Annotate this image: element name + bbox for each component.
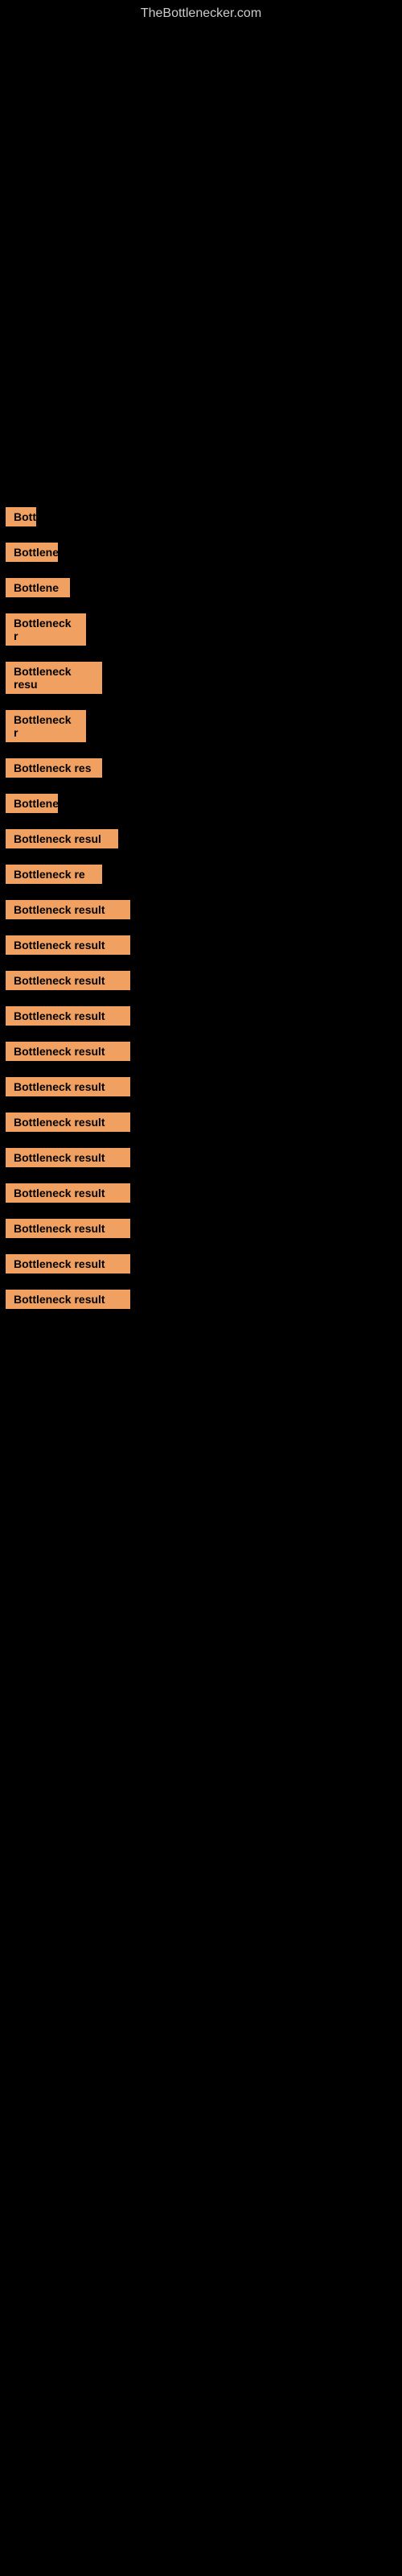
result-row: Bottleneck result xyxy=(0,1113,402,1133)
bottleneck-result-badge[interactable]: Bottleneck result xyxy=(6,1077,130,1096)
result-row: Bottleneck xyxy=(0,794,402,815)
result-row: Bottlene xyxy=(0,578,402,599)
bottleneck-result-badge[interactable]: Bottleneck result xyxy=(6,1148,130,1167)
result-row: Bottleneck result xyxy=(0,1006,402,1027)
bottleneck-result-badge[interactable]: Bottleneck result xyxy=(6,1219,130,1238)
result-row: Bottleneck r xyxy=(0,613,402,647)
result-row: Bottleneck result xyxy=(0,935,402,956)
bottleneck-result-badge[interactable]: Bottleneck result xyxy=(6,1113,130,1132)
result-row: Bottleneck result xyxy=(0,900,402,921)
bottleneck-result-badge[interactable]: Bottleneck result xyxy=(6,900,130,919)
bottleneck-result-badge[interactable]: Bottleneck result xyxy=(6,1254,130,1274)
bottleneck-result-badge[interactable]: Bottleneck result xyxy=(6,1183,130,1203)
result-row: Bottleneck r xyxy=(0,710,402,744)
result-row: Bottleneck result xyxy=(0,1042,402,1063)
result-row: Bottleneck resu xyxy=(0,662,402,696)
result-row: Bottleneck resul xyxy=(0,829,402,850)
result-row: Bottleneck result xyxy=(0,1254,402,1275)
bottleneck-result-badge[interactable]: Bottle xyxy=(6,507,36,526)
result-row: Bottleneck result xyxy=(0,1219,402,1240)
bottleneck-result-badge[interactable]: Bottleneck resu xyxy=(6,662,102,694)
results-section: Bottle Bottleneck Bottlene Bottleneck r Bott… xyxy=(0,491,402,1311)
result-row: Bottleneck res xyxy=(0,758,402,779)
result-row: Bottleneck result xyxy=(0,1183,402,1204)
bottleneck-result-badge[interactable]: Bottleneck r xyxy=(6,613,86,646)
result-row: Bottleneck result xyxy=(0,1148,402,1169)
bottleneck-result-badge[interactable]: Bottleneck result xyxy=(6,1006,130,1026)
bottleneck-result-badge[interactable]: Bottleneck result xyxy=(6,935,130,955)
bottleneck-result-badge[interactable]: Bottleneck result xyxy=(6,1290,130,1309)
bottleneck-result-badge[interactable]: Bottleneck re xyxy=(6,865,102,884)
result-row: Bottleneck result xyxy=(0,1290,402,1311)
bottleneck-result-badge[interactable]: Bottleneck xyxy=(6,794,58,813)
bottleneck-result-badge[interactable]: Bottlene xyxy=(6,578,70,597)
chart-area xyxy=(0,24,402,491)
result-row: Bottleneck re xyxy=(0,865,402,886)
bottleneck-result-badge[interactable]: Bottleneck xyxy=(6,543,58,562)
result-row: Bottleneck result xyxy=(0,1077,402,1098)
result-row: Bottle xyxy=(0,507,402,528)
bottleneck-result-badge[interactable]: Bottleneck r xyxy=(6,710,86,742)
bottleneck-result-badge[interactable]: Bottleneck res xyxy=(6,758,102,778)
bottleneck-result-badge[interactable]: Bottleneck result xyxy=(6,1042,130,1061)
bottleneck-result-badge[interactable]: Bottleneck result xyxy=(6,971,130,990)
result-row: Bottleneck result xyxy=(0,971,402,992)
result-row: Bottleneck xyxy=(0,543,402,564)
bottleneck-result-badge[interactable]: Bottleneck resul xyxy=(6,829,118,848)
site-title: TheBottlenecker.com xyxy=(0,0,402,24)
